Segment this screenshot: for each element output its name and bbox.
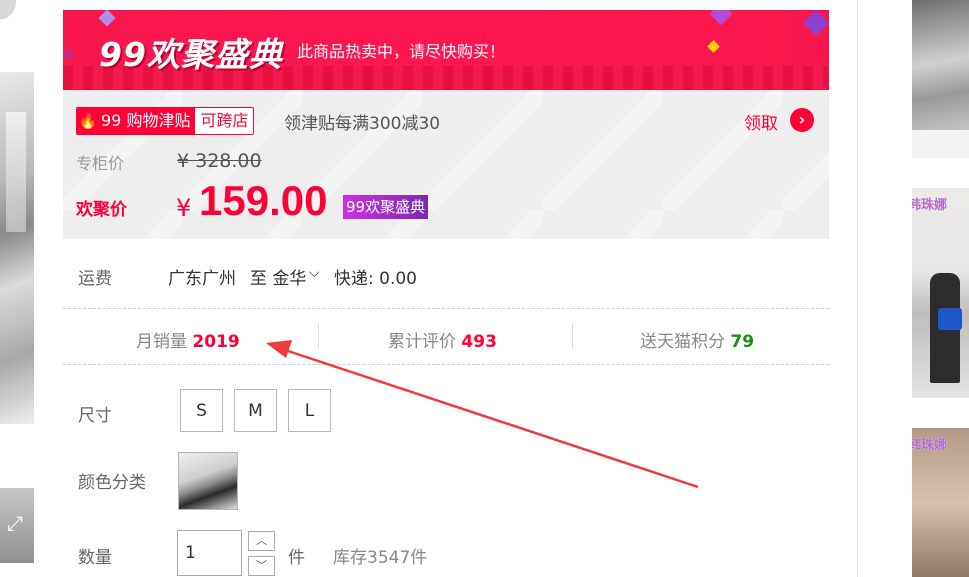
sale-price: 159.00 [199,177,328,224]
decor-cube-icon [98,10,116,27]
size-option-s[interactable]: S [180,389,223,432]
divider [63,308,829,309]
stat-separator [318,323,319,349]
divider [63,364,829,365]
promo-slogan: 此商品热卖中，请尽快购买！ [297,42,506,61]
color-label: 颜色分类 [78,473,146,493]
ship-to-selector[interactable]: 至 金华 [250,264,306,289]
reviews-label: 累计评价 [388,332,456,352]
original-price-label: 专柜价 [76,154,125,173]
points-value: 79 [730,332,755,352]
decor-cube-icon [707,40,720,53]
thumbnail-caption-band [912,130,969,158]
promo-panel: 99欢聚盛典 此商品热卖中，请尽快购买！ 🔥 99 购物津贴 可跨店 领津贴每满… [63,10,829,239]
size-label: 尺寸 [78,406,112,426]
monthly-sales: 月销量 2019 [136,327,240,352]
quantity-increase-button[interactable]: ︿ [248,531,275,551]
recommended-thumbnail[interactable]: 韩珠娜 [912,188,969,398]
shipping-label: 运费 [78,269,112,289]
shipping-method: 快递: 0.00 [334,269,417,289]
main-product-image[interactable] [0,72,34,424]
tmall-points: 送天猫积分 79 [640,327,754,352]
subsidy-badge-left: 99 购物津贴 [99,108,196,134]
promo-logo: 99欢聚盛典 [99,35,283,74]
stock-count: 库存3547件 [333,548,428,568]
quantity-decrease-button[interactable]: ﹀ [248,556,275,576]
right-divider [857,0,858,577]
size-option-m[interactable]: M [234,389,277,432]
points-label: 送天猫积分 [640,332,725,352]
reviews-value: 493 [461,332,497,352]
chevron-right-icon[interactable]: › [790,108,814,132]
sale-price-label: 欢聚价 [76,200,127,220]
decor-cube-icon [709,10,733,26]
monthly-sales-value: 2019 [192,332,240,352]
subsidy-badge-right: 可跨店 [195,108,254,134]
ship-from: 广东广州 [168,269,236,289]
original-price: ¥ 328.00 [177,150,262,172]
subsidy-badge: 🔥 99 购物津贴 可跨店 [76,107,255,135]
decor-cube-icon [803,10,829,36]
color-option-swatch[interactable] [178,452,238,510]
chevron-down-icon[interactable]: ⌵ [309,265,320,281]
quantity-input[interactable] [177,530,242,576]
quantity-unit: 件 [288,548,305,568]
recommended-thumbnail[interactable]: 韩珠娜 [912,428,969,577]
fire-icon: 🔥 [77,108,99,134]
gallery-prev-button[interactable] [0,0,16,20]
decor-cube-icon [63,48,75,60]
quantity-label: 数量 [78,548,112,568]
brand-logo: 韩珠娜 [912,198,948,213]
thumbnail-bag [938,308,962,330]
expand-icon[interactable]: ⤢ [2,510,28,536]
monthly-sales-label: 月销量 [136,332,187,352]
recommended-thumbnail[interactable] [912,0,969,158]
total-reviews[interactable]: 累计评价 493 [388,327,497,352]
stat-separator [572,323,573,349]
promo-banner: 99欢聚盛典 此商品热卖中，请尽快购买！ [63,10,829,90]
size-option-l[interactable]: L [288,389,331,432]
subsidy-text: 领津贴每满300减30 [284,114,441,134]
currency-symbol: ¥ [176,194,192,222]
event-tag: 99欢聚盛典 [343,195,429,219]
brand-logo: 韩珠娜 [912,438,948,453]
claim-coupon-link[interactable]: 领取 [744,109,778,134]
main-image-strip: ⤢ [0,0,34,577]
